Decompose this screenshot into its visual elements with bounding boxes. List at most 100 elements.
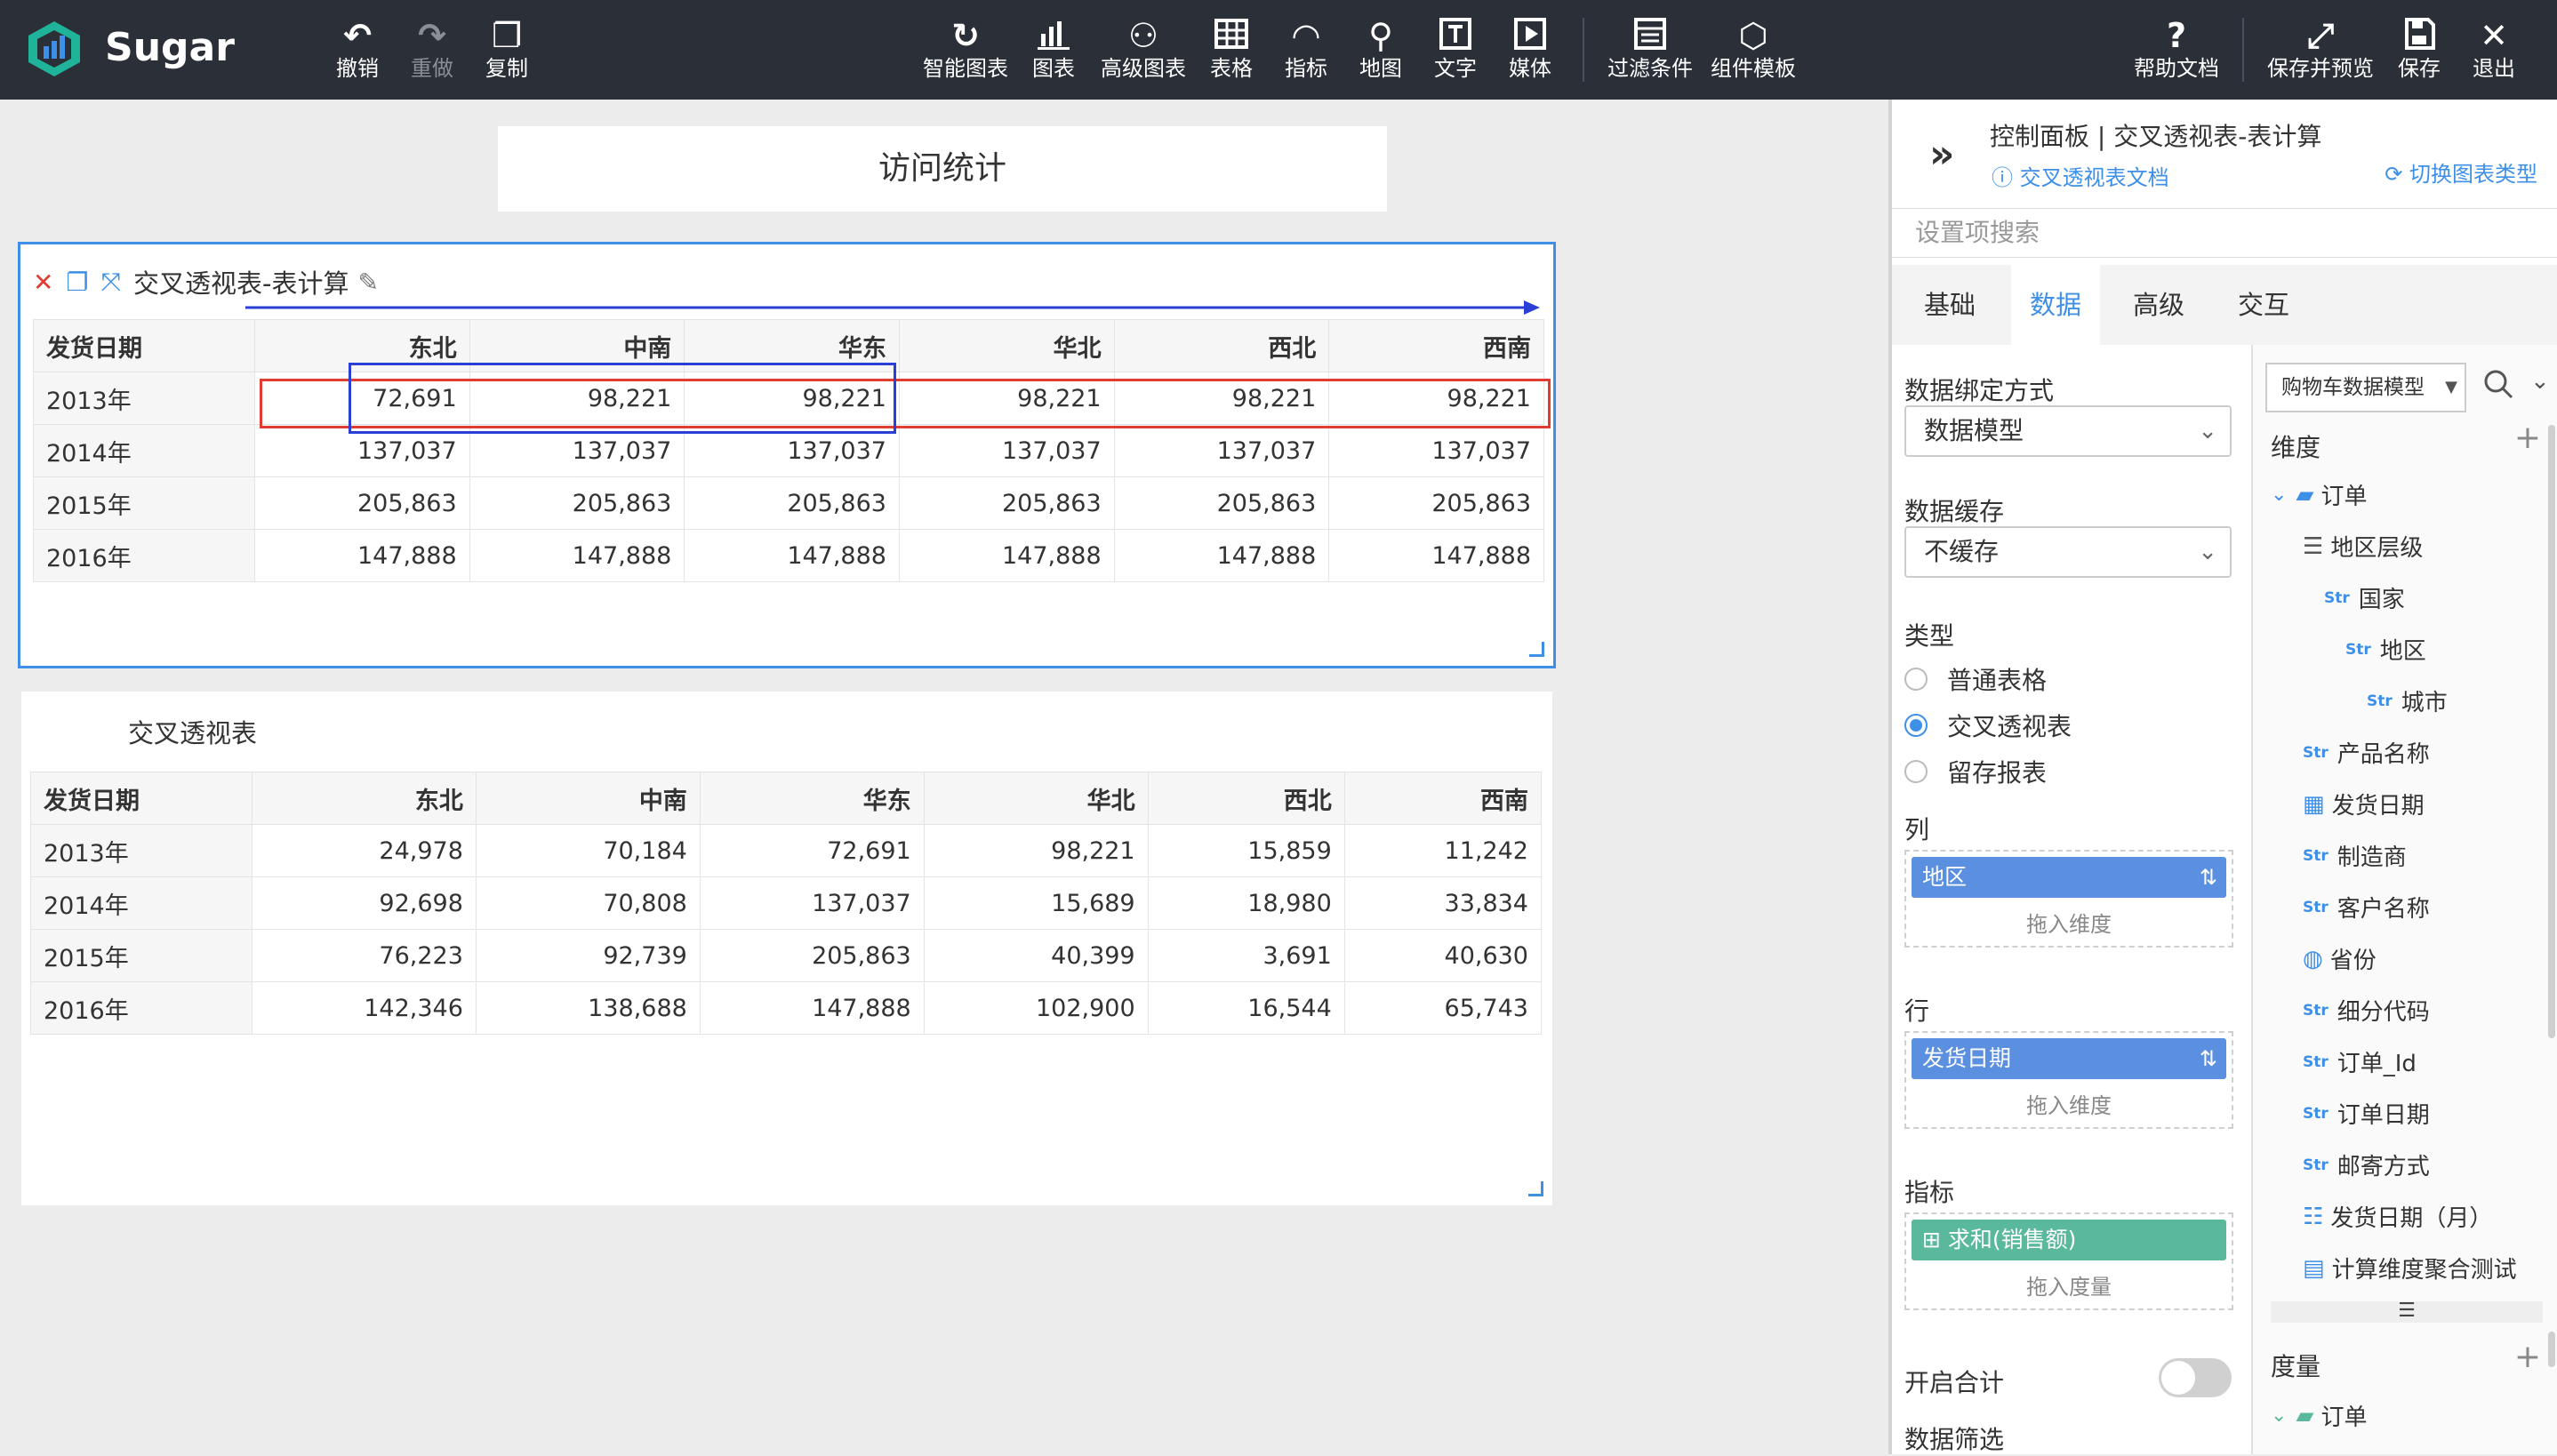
table-cell[interactable]: 137,037 xyxy=(1328,424,1544,477)
table-button[interactable]: 表格 xyxy=(1209,16,1254,87)
row-header-cell[interactable]: 2014年 xyxy=(30,876,252,930)
double-chevron-right-icon[interactable]: » xyxy=(1929,132,1954,177)
tree-item-segment-code[interactable]: Str 细分代码 xyxy=(2303,994,2430,1027)
row-header-cell[interactable]: 2013年 xyxy=(33,372,255,425)
filter-button[interactable]: 过滤条件 xyxy=(1606,16,1695,87)
table-cell[interactable]: 102,900 xyxy=(923,981,1149,1035)
table-cell[interactable]: 70,184 xyxy=(475,824,701,877)
help-button[interactable]: ? 帮助文档 xyxy=(2132,16,2221,87)
tree-item-country[interactable]: Str 国家 xyxy=(2324,581,2405,614)
table-cell[interactable]: 3,691 xyxy=(1147,929,1345,982)
media-button[interactable]: 媒体 xyxy=(1508,16,1552,87)
tree-item-order-date[interactable]: Str 订单日期 xyxy=(2303,1097,2430,1130)
table-cell[interactable]: 15,859 xyxy=(1147,824,1345,877)
table-cell[interactable]: 205,863 xyxy=(1113,476,1330,530)
row-dropzone[interactable]: 发货日期 ⇅ 拖入维度 xyxy=(1904,1031,2233,1129)
duplicate-icon[interactable]: ❐ xyxy=(66,268,88,297)
switch-chart-type-link[interactable]: ⟳ 切换图表类型 xyxy=(2385,156,2537,188)
table-cell[interactable]: 205,863 xyxy=(1328,476,1544,530)
table-cell[interactable]: 70,808 xyxy=(475,876,701,930)
tree-item-ship-date-month[interactable]: ☷ 发货日期（月） xyxy=(2303,1200,2492,1233)
table-cell[interactable]: 205,863 xyxy=(469,476,685,530)
table-cell[interactable]: 205,863 xyxy=(699,929,925,982)
tree-item-ship-mode[interactable]: Str 邮寄方式 xyxy=(2303,1148,2430,1181)
table-cell[interactable]: 33,834 xyxy=(1343,876,1543,930)
table-cell[interactable]: 76,223 xyxy=(252,929,477,982)
tree-item-region[interactable]: Str 地区 xyxy=(2345,633,2426,666)
row-field-pill[interactable]: 发货日期 ⇅ xyxy=(1912,1038,2226,1079)
table-cell[interactable]: 11,242 xyxy=(1343,824,1543,877)
column-field-pill[interactable]: 地区 ⇅ xyxy=(1912,857,2226,898)
row-header-cell[interactable]: 2014年 xyxy=(33,424,255,477)
panel-divider-handle[interactable]: ☰ xyxy=(2271,1301,2543,1323)
measure-field-pill[interactable]: ⊞ 求和(销售额) xyxy=(1912,1220,2226,1260)
pivot-doc-link[interactable]: ⓘ 交叉透视表文档 xyxy=(1992,160,2169,191)
table-cell[interactable]: 205,863 xyxy=(254,476,470,530)
row-header-cell[interactable]: 2013年 xyxy=(30,824,252,877)
search-icon[interactable] xyxy=(2481,366,2516,402)
radio-normal-table[interactable]: 普通表格 xyxy=(1904,661,2047,697)
table-cell[interactable]: 147,888 xyxy=(684,529,900,582)
setting-search-input[interactable]: 设置项搜索 xyxy=(1892,208,2557,258)
add-measure-icon[interactable]: + xyxy=(2514,1339,2541,1375)
tree-item-order-id[interactable]: Str 订单_Id xyxy=(2303,1045,2417,1078)
tree-item-city[interactable]: Str 城市 xyxy=(2367,684,2448,717)
tree-item-region-hierarchy[interactable]: ☰ 地区层级 xyxy=(2303,530,2423,563)
cache-select[interactable]: 不缓存 ⌄ xyxy=(1904,526,2232,578)
tree-item-ship-date[interactable]: ▦ 发货日期 xyxy=(2303,788,2425,820)
resize-handle[interactable] xyxy=(1529,642,1544,657)
add-dimension-icon[interactable]: + xyxy=(2514,420,2541,456)
tree-item-product-name[interactable]: Str 产品名称 xyxy=(2303,736,2430,769)
redo-button[interactable]: ↷ 重做 xyxy=(407,16,457,87)
copy-button[interactable]: ❐ 复制 xyxy=(482,16,532,87)
page-title[interactable]: 访问统计 xyxy=(498,126,1387,212)
table-cell[interactable]: 205,863 xyxy=(684,476,900,530)
table-cell[interactable]: 147,888 xyxy=(1113,529,1330,582)
table-cell[interactable]: 92,739 xyxy=(475,929,701,982)
advanced-chart-button[interactable]: ⚇ 高级图表 xyxy=(1099,16,1188,87)
table-cell[interactable]: 65,743 xyxy=(1343,981,1543,1035)
table-cell[interactable]: 92,698 xyxy=(252,876,477,930)
table-cell[interactable]: 72,691 xyxy=(699,824,925,877)
binding-select[interactable]: 数据模型 ⌄ xyxy=(1904,405,2232,457)
tree-folder-order[interactable]: ⌄ ▰ 订单 xyxy=(2271,478,2367,511)
column-header[interactable]: 西北 xyxy=(1113,319,1330,372)
row-dimension-header[interactable]: 发货日期 xyxy=(33,319,255,372)
measure-dropzone[interactable]: ⊞ 求和(销售额) 拖入度量 xyxy=(1904,1212,2233,1310)
tree-item-customer-name[interactable]: Str 客户名称 xyxy=(2303,891,2430,924)
tab-basic[interactable]: 基础 xyxy=(1901,265,1999,345)
tree-item-manufacturer[interactable]: Str 制造商 xyxy=(2303,839,2407,872)
table-cell[interactable]: 138,688 xyxy=(475,981,701,1035)
map-button[interactable]: ⚲ 地图 xyxy=(1359,16,1403,87)
table-cell[interactable]: 15,689 xyxy=(923,876,1149,930)
table-cell[interactable]: 147,888 xyxy=(254,529,470,582)
table-cell[interactable]: 147,888 xyxy=(1328,529,1544,582)
sort-icon[interactable]: ⇅ xyxy=(2200,857,2217,898)
exit-button[interactable]: ✕ 退出 xyxy=(2472,16,2516,87)
sort-icon[interactable]: ⇅ xyxy=(2200,1038,2217,1079)
smart-chart-button[interactable]: ↻ 智能图表 xyxy=(921,16,1010,87)
table-cell[interactable]: 142,346 xyxy=(252,981,477,1035)
resize-handle[interactable] xyxy=(1528,1181,1543,1196)
column-header[interactable]: 西南 xyxy=(1343,772,1543,825)
row-header-cell[interactable]: 2015年 xyxy=(33,476,255,530)
radio-retention-report[interactable]: 留存报表 xyxy=(1904,754,2047,789)
radio-pivot-table[interactable]: 交叉透视表 xyxy=(1904,708,2072,743)
table-cell[interactable]: 98,221 xyxy=(923,824,1149,877)
tab-advanced[interactable]: 高级 xyxy=(2114,265,2203,345)
indicator-button[interactable]: ◠ 指标 xyxy=(1284,16,1328,87)
column-header[interactable]: 西南 xyxy=(1328,319,1544,372)
table-cell[interactable]: 16,544 xyxy=(1147,981,1345,1035)
chart-button[interactable]: 图表 xyxy=(1031,16,1076,87)
fullscreen-icon[interactable]: ⤧ xyxy=(101,267,121,297)
pivot-widget[interactable]: 交叉透视表 发货日期 东北 中南 华东 华北 西北 西南 2013年 24,978 70,184 7… xyxy=(21,692,1552,1205)
pencil-edit-icon[interactable]: ✎ xyxy=(357,268,378,297)
column-header[interactable]: 华东 xyxy=(699,772,925,825)
table-cell[interactable]: 137,037 xyxy=(1113,424,1330,477)
row-dimension-header[interactable]: 发货日期 xyxy=(30,772,252,825)
chevron-down-icon[interactable]: ⌄ xyxy=(2530,368,2550,395)
table-cell[interactable]: 40,630 xyxy=(1343,929,1543,982)
table-cell[interactable]: 205,863 xyxy=(898,476,1115,530)
tab-interaction[interactable]: 交互 xyxy=(2219,265,2308,345)
column-header[interactable]: 东北 xyxy=(252,772,477,825)
